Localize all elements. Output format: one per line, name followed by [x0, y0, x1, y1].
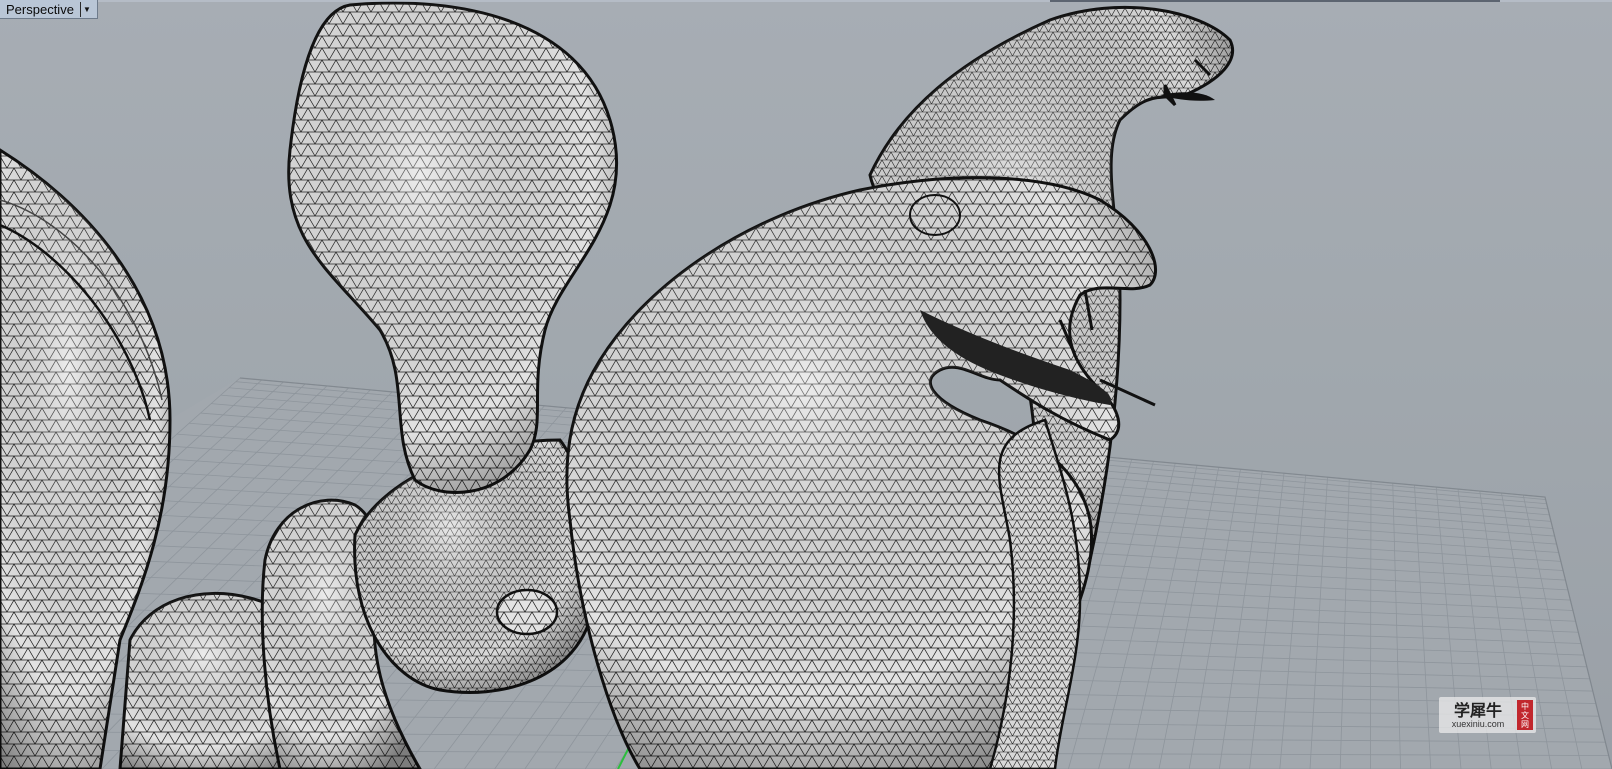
- watermark-url: xuexiniu.com: [1451, 718, 1505, 729]
- viewport-name-label[interactable]: Perspective: [6, 0, 80, 19]
- viewport-title-tab[interactable]: Perspective ▼: [0, 0, 98, 19]
- watermark-seal: 中 文 网: [1517, 700, 1533, 730]
- front-cobra[interactable]: [565, 176, 1158, 769]
- viewport-scene[interactable]: [0, 0, 1612, 769]
- triangle-down-icon[interactable]: ▼: [81, 0, 93, 19]
- watermark-seal-char: 文: [1521, 710, 1529, 720]
- viewport-top-strip-dark: [1050, 0, 1500, 2]
- watermark-title: 学犀牛: [1453, 700, 1502, 720]
- watermark-seal-char: 中: [1521, 701, 1529, 711]
- perspective-viewport[interactable]: Perspective ▼ 学犀牛 xuexiniu.com 中 文 网: [0, 0, 1612, 769]
- watermark-seal-char: 网: [1521, 719, 1529, 729]
- watermark-logo: 学犀牛 xuexiniu.com 中 文 网: [1439, 697, 1536, 733]
